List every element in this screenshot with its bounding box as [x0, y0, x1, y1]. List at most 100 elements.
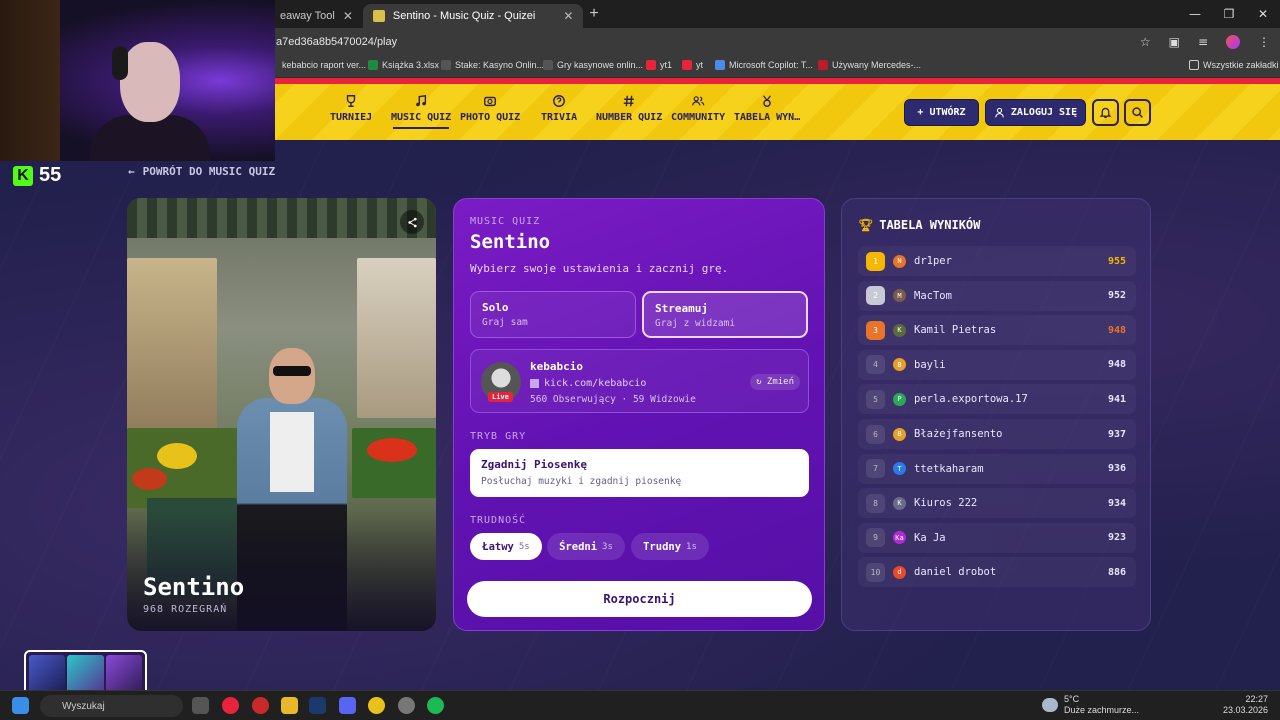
media-icon[interactable]: ≡ [1198, 35, 1208, 49]
taskbar-search[interactable]: Wyszukaj [40, 695, 183, 717]
rank-badge: 10 [866, 562, 885, 582]
nav-tabela[interactable]: TABELA WYN… [734, 94, 800, 123]
leaderboard-row[interactable]: 6 B Błażejfansento 937 [858, 419, 1136, 449]
task-view-icon[interactable] [192, 697, 209, 714]
opera-icon[interactable] [222, 697, 239, 714]
leaderboard-row[interactable]: 2 M MacTom 952 [858, 280, 1136, 311]
weather-widget[interactable]: 5°C Duże zachmurze... [1042, 694, 1139, 716]
copilot-icon [715, 60, 725, 70]
file-explorer-icon[interactable] [281, 697, 298, 714]
login-button[interactable]: ZALOGUJ SIĘ [985, 99, 1086, 126]
game-mode-option[interactable]: Zgadnij Piosenkę Posłuchaj muzyki i zgad… [470, 449, 809, 497]
hash-icon [623, 95, 634, 107]
bookmark-item[interactable]: kebabcio raport ver... [282, 60, 366, 70]
chrome-icon[interactable] [368, 697, 385, 714]
leaderboard-row[interactable]: 3 K Kamil Pietras 948 [858, 315, 1136, 346]
start-button[interactable]: Rozpocznij [467, 581, 812, 617]
category-label: MUSIC QUIZ [470, 216, 541, 227]
opera-gx-icon[interactable] [252, 697, 269, 714]
kick-icon [530, 379, 539, 388]
star-icon[interactable]: ☆ [1140, 35, 1151, 49]
all-bookmarks[interactable]: Wszystkie zakładki [1189, 60, 1279, 70]
music-note-icon [416, 94, 427, 107]
player-name: bayli [914, 358, 946, 371]
menu-icon[interactable]: ⋮ [1258, 35, 1270, 49]
close-icon[interactable]: ✕ [563, 9, 573, 23]
bookmark-item[interactable]: Używany Mercedes-... [818, 60, 921, 70]
player-score: 955 [1107, 255, 1126, 267]
nav-number-quiz[interactable]: NUMBER QUIZ [596, 94, 662, 123]
plays-count: 968 ROZEGRAŃ [143, 604, 228, 615]
stake-icon [543, 60, 553, 70]
arrow-left-icon: ← [128, 165, 135, 178]
extensions-icon[interactable]: ▣ [1169, 35, 1180, 49]
bookmark-item[interactable]: Książka 3.xlsx [368, 60, 439, 70]
bookmark-item[interactable]: Gry kasynowe onlin... [543, 60, 643, 70]
nav-turniej[interactable]: TURNIEJ [330, 94, 372, 123]
user-avatar: B [893, 358, 906, 372]
steam-icon[interactable] [309, 697, 326, 714]
player-score: 886 [1107, 566, 1126, 578]
awning [127, 198, 436, 238]
bookmark-item[interactable]: Microsoft Copilot: T... [715, 60, 813, 70]
question-icon [553, 95, 566, 107]
camera-icon [484, 96, 497, 107]
windows-start-icon[interactable] [12, 697, 29, 714]
obs-icon[interactable] [398, 697, 415, 714]
nav-community[interactable]: COMMUNITY [671, 94, 725, 123]
system-clock[interactable]: 22:27 23.03.2026 [1223, 694, 1268, 716]
leaderboard-row[interactable]: 8 K Kiuros 222 934 [858, 488, 1136, 519]
quiz-settings-card: MUSIC QUIZ Sentino Wybierz swoje ustawie… [453, 198, 825, 631]
tab-sentino[interactable]: Sentino - Music Quiz - Quizei ✕ [362, 4, 584, 28]
youtube-icon [682, 60, 692, 70]
player-name: dr1per [914, 255, 952, 267]
discord-icon[interactable] [339, 697, 356, 714]
player-name: MacTom [914, 289, 952, 302]
leaderboard-row[interactable]: 5 Pperla.exportowa.17 941 [858, 384, 1136, 415]
change-streamer-button[interactable]: ↻ Zmień [750, 374, 800, 390]
mode-stream[interactable]: Streamuj Graj z widzami [642, 291, 808, 338]
create-button[interactable]: + UTWÓRZ [904, 99, 979, 126]
user-avatar: N [893, 254, 906, 268]
streamer-url: kick.com/kebabcio [530, 378, 646, 389]
mode-solo[interactable]: Solo Graj sam [470, 291, 636, 338]
streamer-card: Live kebabcio kick.com/kebabcio 560 Obse… [470, 349, 809, 413]
quiz-title: Sentino [470, 231, 551, 253]
spotify-icon[interactable] [427, 697, 444, 714]
player-name: Błażejfansento [914, 428, 1003, 440]
player-name: ttetkaharam [914, 462, 984, 475]
leaderboard-row[interactable]: 10 d daniel drobot 886 [858, 557, 1136, 588]
share-button[interactable] [400, 210, 424, 234]
back-link[interactable]: ← POWRÓT DO MUSIC QUIZ [128, 165, 275, 178]
bookmark-item[interactable]: yt [682, 60, 703, 70]
difficulty-label: TRUDNOŚĆ [470, 515, 527, 526]
refresh-icon: ↻ [756, 377, 762, 387]
close-icon[interactable]: ✕ [343, 9, 353, 23]
quiz-description: Wybierz swoje ustawienia i zacznij grę. [470, 262, 729, 275]
url-field[interactable]: a7ed36a8b5470024/play [276, 36, 397, 48]
close-window-icon[interactable]: ✕ [1246, 0, 1280, 28]
leaderboard-row[interactable]: 9 Ka Ka Ja 923 [858, 522, 1136, 553]
search-button[interactable] [1124, 99, 1151, 126]
maximize-icon[interactable]: ❐ [1212, 0, 1246, 28]
bookmark-item[interactable]: Stake: Kasyno Onlin... [441, 60, 544, 70]
difficulty-medium[interactable]: Średni 3s [547, 533, 625, 560]
trophy-icon [346, 95, 356, 107]
leaderboard-row[interactable]: 7 Tttetkaharam 936 [858, 453, 1136, 484]
user-avatar: Ka [893, 531, 906, 545]
minimize-icon[interactable]: — [1178, 0, 1212, 28]
new-tab-icon[interactable]: + [589, 5, 598, 23]
nav-trivia[interactable]: TRIVIA [541, 94, 577, 123]
leaderboard-row[interactable]: 4 Bbayli 948 [858, 349, 1136, 380]
profile-avatar[interactable] [1226, 35, 1240, 49]
rank-badge: 8 [866, 493, 885, 513]
leaderboard-row[interactable]: 1 Ndr1per 955 [858, 246, 1136, 276]
tab-giveaway[interactable]: eaway Tool ✕ [270, 4, 363, 28]
notifications-button[interactable] [1092, 99, 1119, 126]
bookmark-item[interactable]: yt1 [646, 60, 672, 70]
difficulty-hard[interactable]: Trudny 1s [631, 533, 709, 560]
difficulty-easy[interactable]: Łatwy 5s [470, 533, 542, 560]
game-mode-label: TRYB GRY [470, 431, 527, 442]
nav-photo-quiz[interactable]: PHOTO QUIZ [460, 94, 520, 123]
nav-music-quiz[interactable]: MUSIC QUIZ [391, 94, 451, 129]
